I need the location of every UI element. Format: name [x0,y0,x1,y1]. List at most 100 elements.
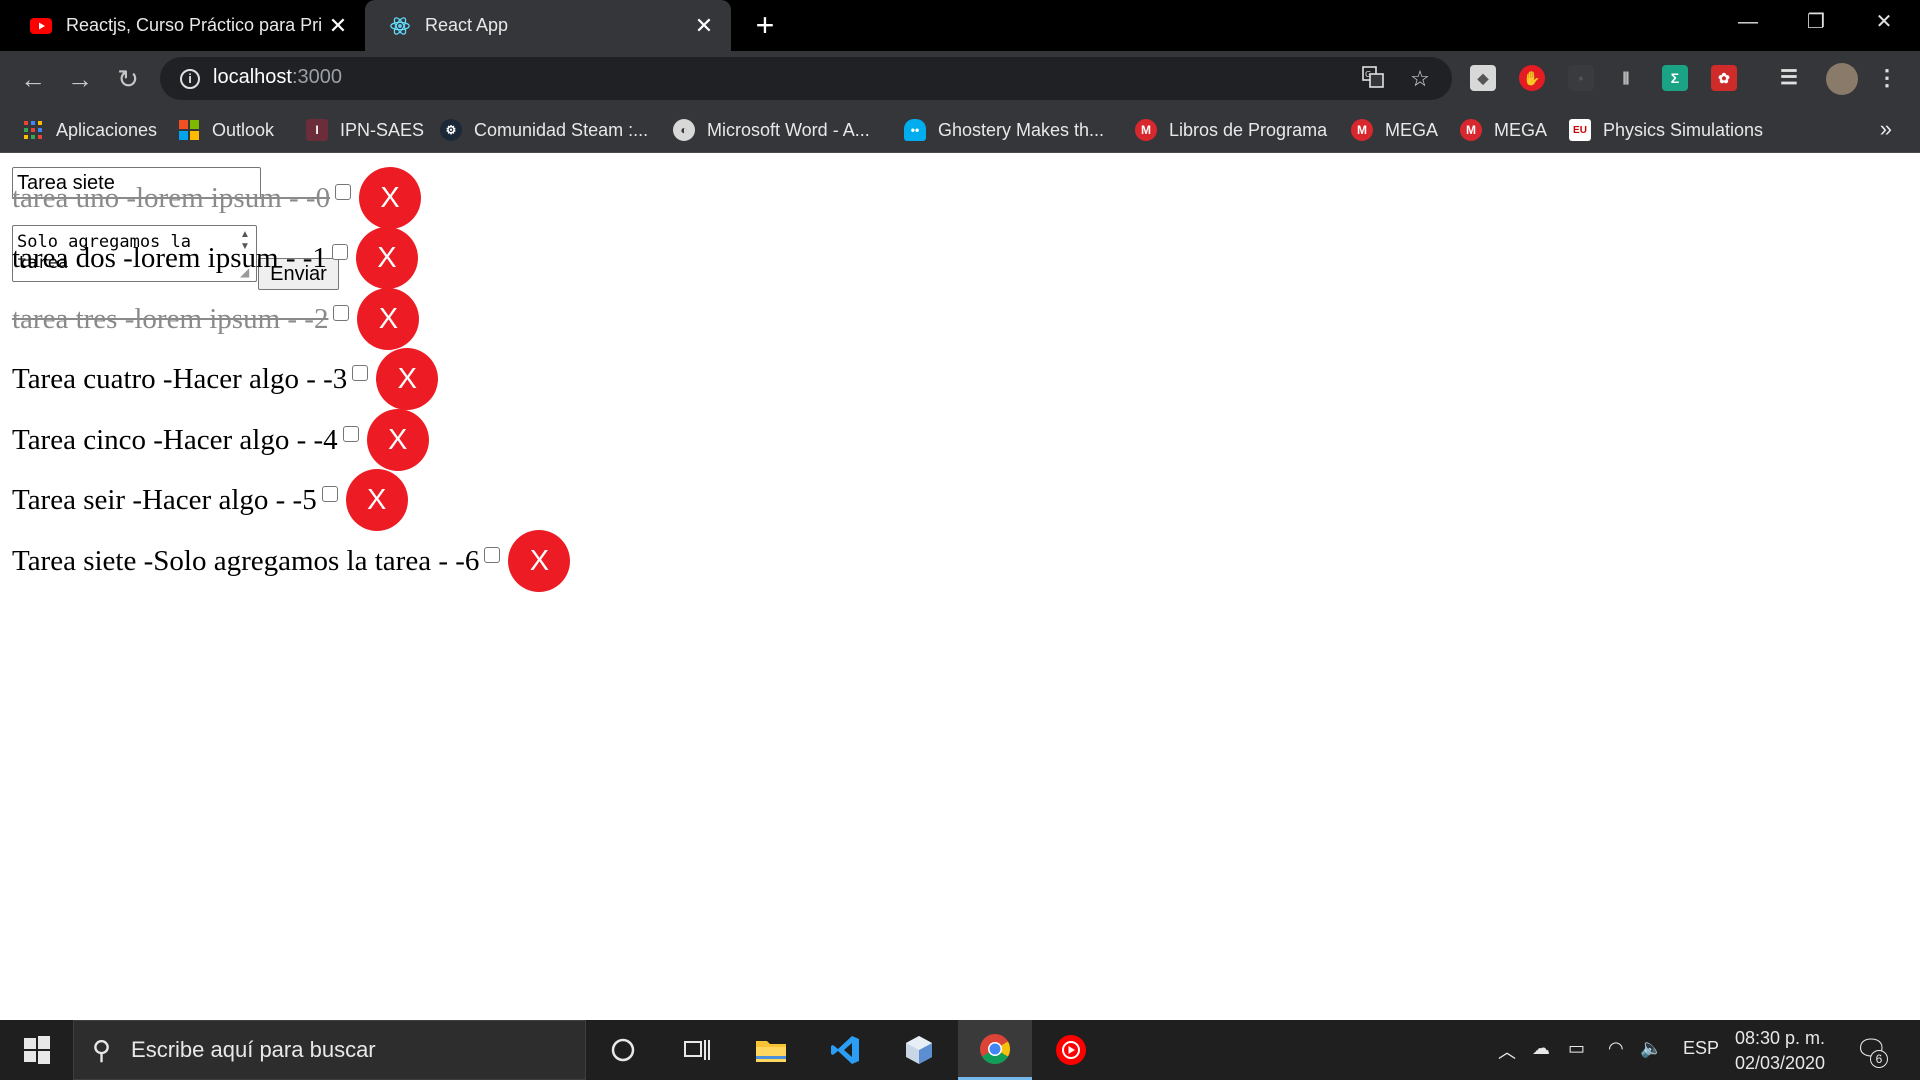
file-explorer-icon[interactable] [734,1020,808,1080]
steam-icon: ⚙ [440,119,462,141]
task-item: tarea tres -lorem ipsum - -2 X [12,288,420,350]
mega-icon: M [1460,119,1482,141]
chrome-icon[interactable] [958,1020,1032,1080]
3d-viewer-icon[interactable] [882,1020,956,1080]
battery-icon[interactable]: ▭ [1568,1038,1585,1059]
delete-task-button[interactable]: X [508,530,571,592]
extension-sigma-icon[interactable]: Σ [1662,65,1688,91]
tab-title: React App [425,15,509,35]
close-tab-icon[interactable]: ✕ [323,13,353,39]
delete-task-button[interactable]: X [345,469,408,531]
windows-start-icon[interactable] [12,1034,58,1066]
task-done-checkbox[interactable] [484,547,501,563]
svg-text:G: G [1365,70,1371,79]
bookmark-mega[interactable]: M MEGA [1460,117,1547,143]
task-done-checkbox[interactable] [331,244,348,260]
task-item: Tarea seir -Hacer algo - -5 X [12,469,408,531]
close-tab-icon[interactable]: ✕ [689,13,719,39]
bookmark-microsoft-word[interactable]: ◐ Microsoft Word - A... [673,117,870,143]
cortana-icon[interactable] [586,1020,660,1080]
info-icon[interactable]: i [180,69,200,89]
restore-icon[interactable]: ❐ [1788,0,1844,44]
reload-icon[interactable]: ↻ [112,63,144,95]
notifications-count-badge: 6 [1870,1050,1888,1068]
adblock-hand-icon[interactable]: ✋ [1519,65,1545,91]
bookmark-libros-programa[interactable]: M Libros de Programa [1135,117,1327,143]
task-text: tarea tres -lorem ipsum - -2 [12,302,329,335]
bookmark-mega[interactable]: M MEGA [1351,117,1438,143]
outlook-icon [178,119,200,141]
task-done-checkbox[interactable] [333,305,350,321]
task-item: tarea uno -lorem ipsum - -0 X [12,167,422,229]
url-text[interactable]: localhost:3000 [213,66,342,89]
vscode-icon[interactable] [808,1020,882,1080]
youtube-music-icon[interactable] [1034,1020,1108,1080]
ghostery-icon: •• [904,119,926,141]
task-item: Tarea siete -Solo agregamos la tarea - -… [12,530,571,592]
bookmark-ipn-saes[interactable]: I IPN-SAES [306,117,424,143]
globe-icon: ◐ [673,119,695,141]
extension-dark-icon[interactable]: • [1568,65,1594,91]
task-text: Tarea cinco -Hacer algo - -4 [12,423,338,456]
extension-cube-icon[interactable]: ◆ [1470,65,1496,91]
kebab-menu-icon[interactable]: ⋮ [1874,65,1900,91]
task-done-checkbox[interactable] [321,486,338,502]
translate-icon[interactable]: G [1360,66,1386,92]
react-icon [389,15,411,37]
browser-toolbar: ← → ↻ i localhost:3000 G ☆ ◆ ✋ • ⫼ Σ ✿ ☰… [0,51,1920,106]
address-bar[interactable]: i localhost:3000 G ☆ [160,57,1452,100]
ipn-icon: I [306,119,328,141]
delete-task-button[interactable]: X [357,288,420,350]
task-text: tarea dos -lorem ipsum - -1 [12,241,327,274]
apps-grid-icon [22,119,44,141]
avatar[interactable] [1826,63,1858,95]
media-queue-icon[interactable]: ☰ [1776,65,1802,91]
forward-arrow-icon[interactable]: → [64,63,96,95]
task-view-icon[interactable] [660,1020,734,1080]
task-item: Tarea cuatro -Hacer algo - -3 X [12,348,439,410]
tab-react-app[interactable]: React App ✕ [365,0,731,51]
task-item: tarea dos -lorem ipsum - -1 X [12,227,418,289]
bookmark-physics-simulations[interactable]: EU Physics Simulations [1569,117,1763,143]
task-text: Tarea cuatro -Hacer algo - -3 [12,362,348,395]
delete-task-button[interactable]: X [376,348,439,410]
taskbar-search-box[interactable]: ⚲ Escribe aquí para buscar [73,1020,586,1080]
windows-taskbar: ⚲ Escribe aquí para buscar ︿ ☁ ▭ ◠ 🔈 ESP… [0,1020,1920,1080]
bookmarks-overflow-button[interactable]: » [1880,116,1892,142]
youtube-icon [30,15,52,37]
minimize-icon[interactable]: — [1720,0,1776,44]
close-window-icon[interactable]: ✕ [1856,0,1912,44]
back-arrow-icon[interactable]: ← [17,63,49,95]
bookmark-ghostery[interactable]: •• Ghostery Makes th... [904,117,1104,143]
delete-task-button[interactable]: X [366,409,429,471]
bookmarks-bar: Aplicaciones Outlook I IPN-SAES ⚙ Comuni… [0,106,1920,153]
delete-task-button[interactable]: X [355,227,418,289]
clock[interactable]: 08:30 p. m. 02/03/2020 [1720,1026,1840,1076]
bookmark-outlook[interactable]: Outlook [178,117,274,143]
mega-icon: M [1135,119,1157,141]
chevron-up-icon[interactable]: ︿ [1498,1038,1516,1064]
extension-bars-icon[interactable]: ⫼ [1613,65,1639,91]
tab-youtube-course[interactable]: Reactjs, Curso Práctico para Princ ✕ [0,0,365,51]
task-text: Tarea seir -Hacer algo - -5 [12,483,317,516]
language-indicator[interactable]: ESP [1683,1038,1719,1059]
task-done-checkbox[interactable] [342,426,359,442]
wifi-icon[interactable]: ◠ [1608,1038,1624,1059]
task-text: tarea uno -lorem ipsum - -0 [12,181,331,214]
new-tab-button[interactable]: + [748,8,782,42]
delete-task-button[interactable]: X [359,167,422,229]
eu-icon: EU [1569,119,1591,141]
page-content: ▲▼ ◢ Enviar tarea uno -lorem ipsum - -0X… [0,153,1920,1020]
task-done-checkbox[interactable] [335,184,352,200]
bookmark-star-icon[interactable]: ☆ [1407,66,1433,92]
onedrive-icon[interactable]: ☁ [1532,1038,1550,1059]
browser-tab-strip: Reactjs, Curso Práctico para Princ ✕ Rea… [0,0,1920,51]
task-done-checkbox[interactable] [352,365,369,381]
bookmark-aplicaciones[interactable]: Aplicaciones [22,117,157,143]
extension-paw-icon[interactable]: ✿ [1711,65,1737,91]
task-item: Tarea cinco -Hacer algo - -4 X [12,409,429,471]
task-text: Tarea siete -Solo agregamos la tarea - -… [12,544,480,577]
bookmark-steam[interactable]: ⚙ Comunidad Steam :... [440,117,648,143]
mega-icon: M [1351,119,1373,141]
volume-icon[interactable]: 🔈 [1640,1038,1662,1059]
